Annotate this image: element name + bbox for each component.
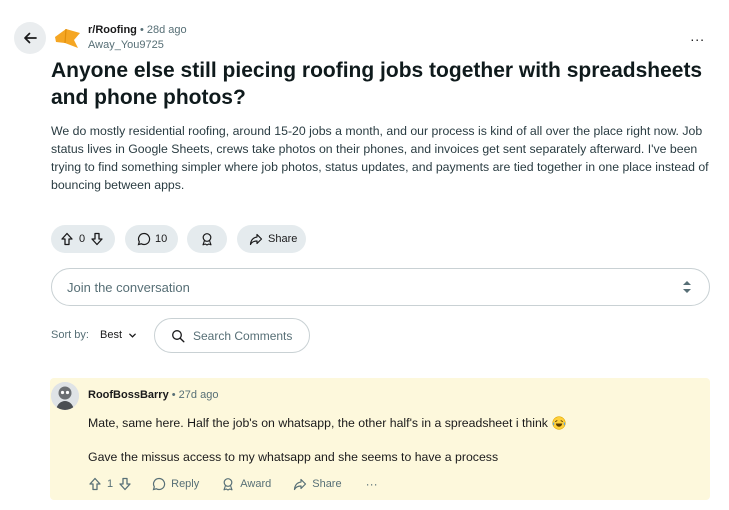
post-body: We do mostly residential roofing, around… xyxy=(51,124,709,192)
comment-count: 10 xyxy=(155,233,168,245)
comment-composer[interactable]: Join the conversation xyxy=(51,268,710,306)
upvote-icon[interactable] xyxy=(60,232,74,246)
composer-placeholder: Join the conversation xyxy=(67,279,190,295)
share-icon xyxy=(249,233,263,246)
share-icon xyxy=(294,478,307,491)
comment-icon xyxy=(152,477,166,491)
award-label: Award xyxy=(240,478,272,490)
comment-author[interactable]: RoofBossBarry xyxy=(88,389,169,401)
comment-text-line: Mate, same here. Half the job's on whats… xyxy=(88,416,566,430)
sort-label: Sort by: xyxy=(51,329,89,341)
comment-meta: RoofBossBarry • 27d ago xyxy=(88,389,218,401)
award-button[interactable]: Award xyxy=(221,477,271,491)
back-button[interactable] xyxy=(14,22,46,54)
post-title: Anyone else still piecing roofing jobs t… xyxy=(51,59,703,109)
reply-button[interactable]: Reply xyxy=(152,477,199,491)
search-comments-input[interactable]: Search Comments xyxy=(154,318,310,353)
vote-count: 0 xyxy=(79,233,86,245)
award-icon xyxy=(202,233,212,246)
upvote-icon[interactable] xyxy=(88,477,102,491)
comment-icon xyxy=(137,232,151,246)
award-button[interactable] xyxy=(187,225,227,253)
search-icon xyxy=(172,329,185,342)
comments-button[interactable]: 10 xyxy=(125,225,178,253)
arrow-left-icon xyxy=(24,32,37,44)
comment-line-2: Gave the missus access to my whatsapp an… xyxy=(88,450,499,464)
comment-age: 27d ago xyxy=(178,389,219,401)
share-label: Share xyxy=(312,478,342,490)
share-button[interactable]: Share xyxy=(293,477,342,491)
avatar[interactable] xyxy=(51,382,79,410)
meta-dot: • xyxy=(171,389,179,401)
comment-line-1: Mate, same here. Half the job's on whats… xyxy=(88,416,548,430)
meta-dot: • xyxy=(139,24,147,36)
comment-vote-count: 1 xyxy=(107,478,114,490)
laughing-emoji-icon xyxy=(552,416,566,430)
more-options-button[interactable]: ... xyxy=(690,28,705,44)
share-button[interactable]: Share xyxy=(237,225,306,253)
chevron-down-icon xyxy=(129,333,136,338)
vote-group: 0 xyxy=(51,225,115,253)
sort-dropdown[interactable]: Best xyxy=(100,329,137,341)
post-age: 28d ago xyxy=(146,24,187,36)
expand-icon xyxy=(683,281,691,293)
subreddit-link[interactable]: r/Roofing xyxy=(88,24,137,36)
downvote-icon[interactable] xyxy=(90,232,104,246)
award-icon xyxy=(223,478,233,491)
share-label: Share xyxy=(268,233,298,245)
reply-label: Reply xyxy=(171,478,200,490)
sort-value: Best xyxy=(100,329,123,341)
downvote-icon[interactable] xyxy=(118,477,132,491)
comment-actions: 1 Reply Award Share ··· xyxy=(88,475,378,493)
subreddit-icon[interactable] xyxy=(52,24,82,54)
comment-vote-group: 1 xyxy=(88,477,132,491)
post-meta: r/Roofing • 28d ago xyxy=(88,24,187,36)
search-placeholder: Search Comments xyxy=(193,328,293,343)
comment-more-button[interactable]: ··· xyxy=(366,477,378,491)
post-author[interactable]: Away_You9725 xyxy=(88,39,164,51)
